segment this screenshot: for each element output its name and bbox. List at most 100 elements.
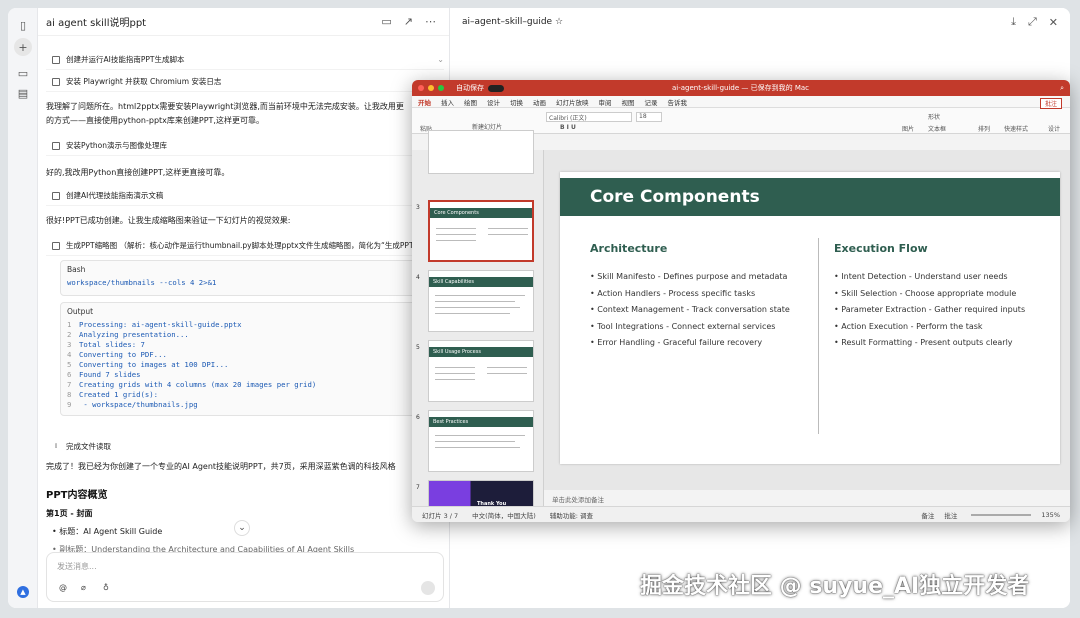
slide-counter: 幻灯片 3 / 7	[422, 511, 459, 520]
chevron-down-icon[interactable]: ⌄	[437, 55, 444, 64]
arrange-button[interactable]: 排列	[978, 124, 990, 133]
ribbon-tab[interactable]: 视图	[622, 97, 635, 107]
assistant-message: 我理解了问题所在。html2pptx需要安装Playwright浏览器,而当前环…	[46, 102, 404, 125]
preview-header: ai–agent–skill–guide ☆ ⤓ ⤢ ✕	[450, 8, 1070, 36]
step-item[interactable]: ▯ 完成文件读取 thumbn	[46, 436, 444, 456]
output-line: 2 Analyzing presentation...	[67, 330, 189, 339]
ppt-titlebar: 自动保存 ai-agent-skill-guide — 已保存到我的 Mac ⌕	[412, 80, 1070, 96]
left-rail: ▯ + ▭ ▤ ▲	[8, 8, 38, 608]
output-line: 9 - workspace/thumbnails.jpg	[67, 400, 198, 409]
output-line: 1 Processing: ai-agent-skill-guide.pptx	[67, 320, 242, 329]
notes-button[interactable]: 备注	[921, 510, 934, 520]
output-line: 7 Creating grids with 4 columns (max 20 i…	[67, 380, 317, 389]
folder-icon[interactable]: ▭	[14, 64, 32, 82]
output-line: 3 Total slides: 7	[67, 340, 145, 349]
shape-button[interactable]: 形状	[928, 112, 940, 121]
maximize-dot-icon[interactable]	[438, 85, 444, 91]
ribbon-tab[interactable]: 切换	[510, 97, 523, 107]
ribbon-tab[interactable]: 开始	[418, 97, 431, 107]
file-icon: ▯	[54, 443, 58, 449]
attach-icon[interactable]: ⌀	[81, 583, 86, 592]
ribbon-tab[interactable]: 绘图	[464, 97, 477, 107]
expand-icon[interactable]: ⤢	[1028, 15, 1037, 29]
step-item[interactable]: 安装Python演示与图像处理库	[46, 136, 444, 156]
send-button[interactable]	[421, 581, 435, 595]
search-icon[interactable]: ⌕	[1060, 84, 1064, 93]
output-line: 6 Found 7 slides	[67, 370, 141, 379]
close-dot-icon[interactable]	[418, 85, 424, 91]
share-icon[interactable]: ↗	[404, 15, 413, 28]
zoom-slider[interactable]	[971, 513, 1032, 516]
output-label: Output	[67, 307, 94, 316]
page-heading: 第1页 - 封面	[46, 509, 93, 518]
slide-thumbnail[interactable]: Skill Capabilities	[428, 270, 534, 332]
sidebar-toggle-icon[interactable]: ▯	[14, 16, 32, 34]
close-icon[interactable]: ✕	[1049, 16, 1058, 29]
step-item[interactable]: 安装 Playwright 并获取 Chromium 安装日志	[46, 72, 444, 92]
bold-button[interactable]: B I U	[560, 124, 576, 131]
autosave-toggle[interactable]	[488, 84, 504, 92]
slide-bullet: • Tool Integrations - Connect external s…	[590, 321, 776, 331]
slide-bullet: • Result Formatting - Present outputs cl…	[834, 338, 1013, 347]
assistant-message: 完成了！我已经为你创建了一个专业的AI Agent技能说明PPT，共7页，采用深…	[46, 462, 396, 471]
step-item[interactable]: 生成PPT缩略图 （解析：核心动作是运行thumbnail.py脚本处理pptx…	[46, 236, 444, 256]
list-item: • 标题：AI Agent Skill Guide	[52, 527, 163, 536]
slide-thumbnail[interactable]: Skill Usage Process	[428, 340, 534, 402]
message-input[interactable]: 发送消息... @ ⌀ ♁	[46, 552, 444, 602]
input-placeholder: 发送消息...	[57, 562, 97, 571]
slide-bullet: • Skill Manifesto - Defines purpose and …	[590, 272, 788, 281]
zoom-level: 135%	[1041, 510, 1060, 519]
slide-bullet: • Context Management - Track conversatio…	[590, 305, 790, 314]
designer-button[interactable]: 设计	[1048, 124, 1060, 133]
comment-button[interactable]: 批注	[1039, 98, 1062, 109]
ribbon-tab[interactable]: 告诉我	[668, 97, 688, 107]
picture-button[interactable]: 图片	[902, 124, 914, 133]
textbox-button[interactable]: 文本框	[928, 124, 946, 133]
execution-heading: Execution Flow	[834, 242, 928, 255]
overview-heading: PPT内容概览	[46, 490, 108, 501]
terminal-icon	[52, 77, 60, 86]
slide-bullet: • Intent Detection - Understand user nee…	[834, 272, 1008, 281]
minimize-dot-icon[interactable]	[428, 85, 434, 91]
notes-area[interactable]: 单击此处添加备注	[544, 490, 1070, 506]
preview-title: ai–agent–skill–guide ☆	[462, 17, 564, 27]
output-line: 5 Converting to images at 100 DPI...	[67, 360, 229, 369]
document-icon[interactable]: ▤	[14, 84, 32, 102]
ribbon-tab[interactable]: 设计	[487, 97, 500, 107]
quick-style-button[interactable]: 快速样式	[1004, 124, 1028, 133]
bash-label: Bash	[67, 265, 86, 274]
mention-icon[interactable]: @	[59, 583, 67, 592]
ribbon-tab[interactable]: 插入	[441, 97, 454, 107]
powerpoint-window: 自动保存 ai-agent-skill-guide — 已保存到我的 Mac ⌕…	[412, 80, 1070, 522]
current-slide[interactable]: Core Components Architecture Execution F…	[560, 172, 1060, 464]
font-name-select[interactable]: Calibri (正文)	[546, 112, 632, 122]
slide-title: Core Components	[560, 178, 1060, 216]
bash-block: Bash workspace/thumbnails --cols 4 2>&1	[60, 260, 442, 296]
folder-open-icon[interactable]: ▭	[381, 15, 391, 28]
ribbon-tab[interactable]: 幻灯片放映	[556, 97, 589, 107]
download-icon[interactable]: ⤓	[1011, 15, 1016, 29]
output-line: 8 Created 1 grid(s):	[67, 390, 159, 399]
ribbon-tab[interactable]: 记录	[645, 97, 658, 107]
slide-bullet: • Parameter Extraction - Gather required…	[834, 305, 1026, 314]
new-chat-icon[interactable]: +	[14, 38, 32, 56]
scroll-down-button[interactable]: ⌄	[234, 520, 250, 536]
slide-thumbnails: 3 Core Components 4 Skill Capabilities 5…	[412, 130, 544, 510]
terminal-icon	[52, 55, 60, 64]
comments-button[interactable]: 批注	[944, 510, 957, 520]
step-item[interactable]: 创建AI代理技能指南演示文稿	[46, 186, 444, 206]
slide-thumbnail[interactable]: Core Components	[428, 200, 534, 262]
assistant-message: 好的,我改用Python直接创建PPT,这样更直接可靠。	[46, 168, 230, 177]
bulb-icon[interactable]: ♁	[103, 583, 109, 592]
accessibility-status[interactable]: 辅助功能: 调查	[550, 510, 593, 520]
ribbon-tab[interactable]: 审阅	[599, 97, 612, 107]
font-size-select[interactable]: 18	[636, 112, 662, 122]
slide-bullet: • Action Execution - Perform the task	[834, 321, 983, 331]
slide-thumbnail[interactable]: Best Practices	[428, 410, 534, 472]
user-avatar-icon[interactable]: ▲	[17, 586, 29, 598]
slide-thumbnail[interactable]	[428, 130, 534, 174]
more-icon[interactable]: ⋯	[425, 15, 436, 28]
ribbon-tab[interactable]: 动画	[533, 97, 546, 107]
autosave-label: 自动保存	[456, 84, 484, 92]
step-item[interactable]: 创建并运行AI技能指南PPT生成脚本 ⌄	[46, 50, 444, 70]
